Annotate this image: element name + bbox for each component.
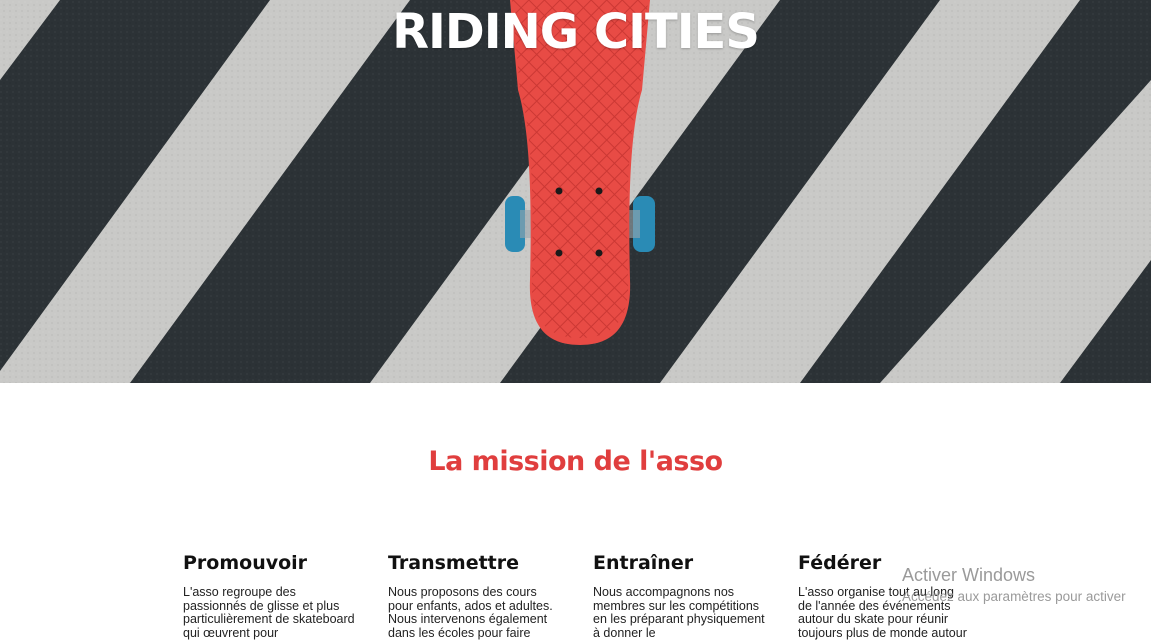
mission-column-federer: Fédérer L'asso organise tout au long de … [798,550,983,640]
mission-column-transmettre: Transmettre Nous proposons des cours pou… [388,550,573,640]
mission-column-promouvoir: Promouvoir L'asso regroupe des passionné… [183,550,368,640]
column-heading: Transmettre [388,552,520,574]
hero-banner: RIDING CITIES [0,0,1151,383]
column-heading: Promouvoir [183,552,308,574]
column-text: Nous proposons des cours pour enfants, a… [388,585,553,640]
column-text: L'asso organise tout au long de l'année … [798,585,967,640]
hero-title: RIDING CITIES [392,4,760,60]
column-text: L'asso regroupe des passionnés de glisse… [183,585,355,640]
column-heading: Entraîner [593,552,694,574]
mission-columns: Promouvoir L'asso regroupe des passionné… [0,550,1151,641]
mission-section-title: La mission de l'asso [428,446,723,477]
column-heading: Fédérer [798,552,882,574]
column-text: Nous accompagnons nos membres sur les co… [593,585,765,640]
mission-column-entrainer: Entraîner Nous accompagnons nos membres … [593,550,778,640]
